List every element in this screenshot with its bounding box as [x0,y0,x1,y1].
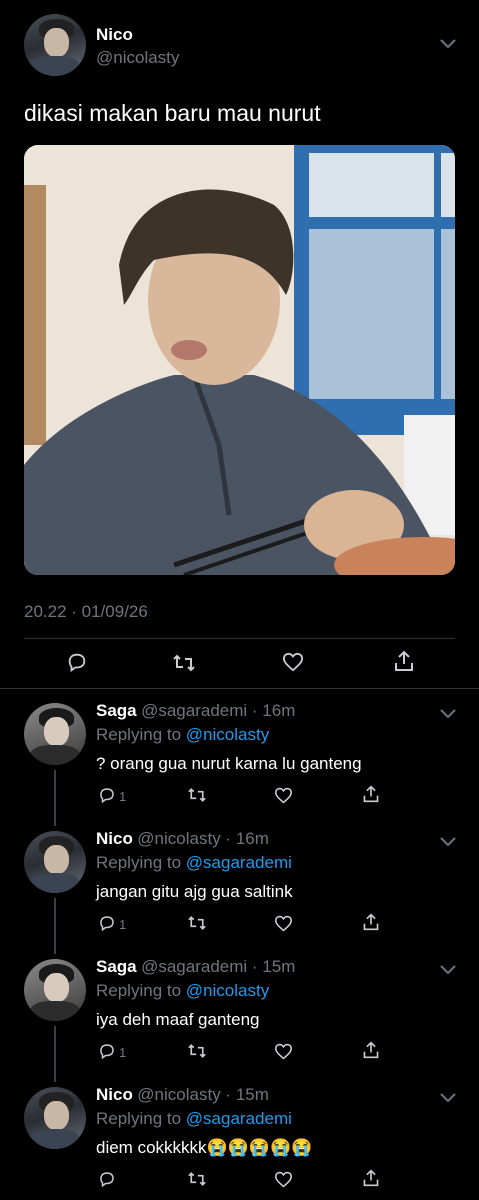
reply-icon[interactable] [66,651,88,673]
reply-time: 15m [262,957,296,976]
replying-label: Replying to [96,1109,182,1128]
replying-to: Replying to @nicolasty [96,981,269,1001]
reply-author-name[interactable]: Nico [96,1085,133,1104]
share-icon[interactable] [362,912,380,932]
chevron-down-icon[interactable] [440,834,456,852]
reply-text: ? orang gua nurut karna lu ganteng [96,754,362,773]
reply-author-handle[interactable]: @sagarademi [141,701,247,720]
reply-header: Saga @sagarademi · 16m [96,701,296,720]
retweet-icon[interactable] [172,652,196,674]
reply-text: iya deh maaf ganteng [96,1010,260,1029]
tweet-text: dikasi makan baru mau nurut [24,100,321,126]
reply-time: 15m [235,1085,269,1104]
share-icon[interactable] [362,1040,380,1060]
reply-author-handle[interactable]: @sagarademi [141,957,247,976]
reply-count: 1 [119,1045,127,1060]
like-icon[interactable] [282,652,304,672]
reply-author-handle[interactable]: @nicolasty [137,1085,220,1104]
like-icon[interactable] [274,1171,293,1188]
reply-icon[interactable] [98,786,116,804]
avatar[interactable] [24,831,86,893]
share-icon[interactable] [362,784,380,804]
chevron-down-icon[interactable] [440,1090,456,1108]
reply-header: Saga @sagarademi · 15m [96,957,296,976]
like-icon[interactable] [274,915,293,932]
mention-link[interactable]: @sagarademi [186,1109,292,1128]
reply-author-name[interactable]: Saga [96,701,137,720]
reply-author-name[interactable]: Nico [96,829,133,848]
avatar[interactable] [24,703,86,765]
thread-line [54,1026,56,1082]
reply-header: Nico @nicolasty · 15m [96,1085,269,1104]
replying-to: Replying to @sagarademi [96,853,292,873]
like-icon[interactable] [274,1043,293,1060]
reply-author-handle[interactable]: @nicolasty [137,829,220,848]
avatar[interactable] [24,14,86,76]
retweet-icon[interactable] [187,1042,207,1060]
mention-link[interactable]: @nicolasty [186,981,269,1000]
tweet-timestamp: 20.22 · 01/09/26 [24,602,148,621]
replying-to: Replying to @sagarademi [96,1109,292,1129]
chevron-down-icon[interactable] [440,962,456,980]
replying-label: Replying to [96,853,182,872]
author-name[interactable]: Nico [96,25,133,45]
replying-label: Replying to [96,981,182,1000]
reply-icon[interactable] [98,1170,116,1188]
reply-icon[interactable] [98,1042,116,1060]
reply-icon[interactable] [98,914,116,932]
like-icon[interactable] [274,787,293,804]
chevron-down-icon[interactable] [440,706,456,724]
mention-link[interactable]: @nicolasty [186,725,269,744]
thread-line [54,898,56,954]
retweet-icon[interactable] [187,786,207,804]
reply-count: 1 [119,917,127,932]
divider [0,688,479,689]
avatar[interactable] [24,1087,86,1149]
reply-time: 16m [262,701,296,720]
replying-label: Replying to [96,725,182,744]
mention-link[interactable]: @sagarademi [186,853,292,872]
reply-text: jangan gitu ajg gua saltink [96,882,293,901]
reply-count: 1 [119,789,127,804]
replying-to: Replying to @nicolasty [96,725,269,745]
share-icon[interactable] [393,649,415,673]
thread-line [54,770,56,826]
tweet-photo[interactable] [24,145,455,575]
reply-header: Nico @nicolasty · 16m [96,829,269,848]
reply-text: diem cokkkkkk😭😭😭😭😭 [96,1138,313,1157]
reply-author-name[interactable]: Saga [96,957,137,976]
divider [24,638,455,639]
reply-time: 16m [235,829,269,848]
retweet-icon[interactable] [187,1170,207,1188]
chevron-down-icon[interactable] [440,36,456,52]
share-icon[interactable] [362,1168,380,1188]
author-handle[interactable]: @nicolasty [96,48,179,68]
retweet-icon[interactable] [187,914,207,932]
avatar[interactable] [24,959,86,1021]
